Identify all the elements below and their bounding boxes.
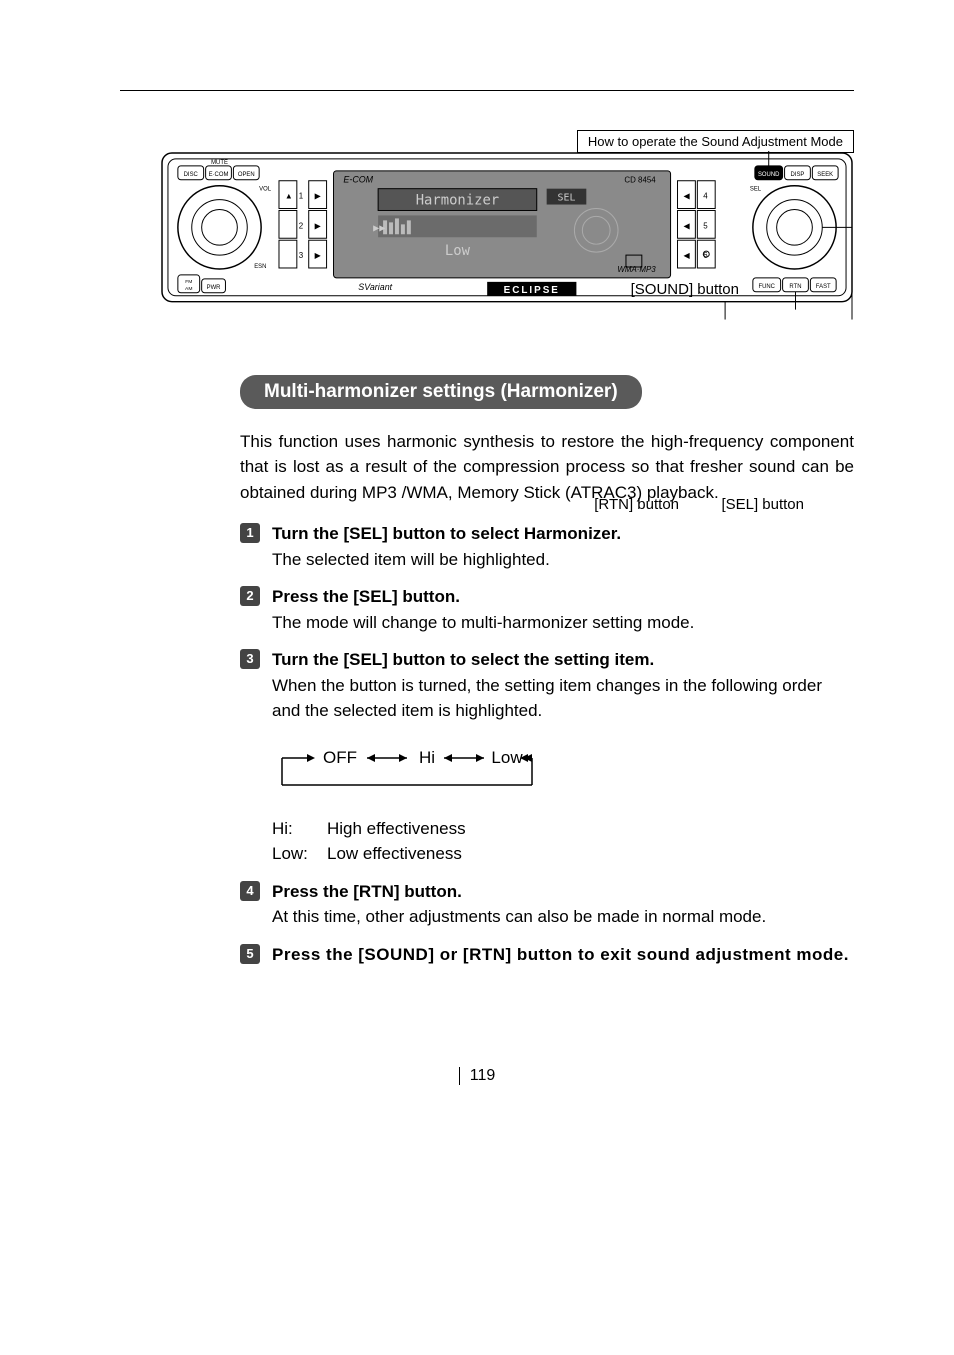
preset-5-label: 5 [703, 221, 708, 230]
eff-low-desc: Low effectiveness [327, 841, 462, 867]
eff-hi-desc: High effectiveness [327, 816, 466, 842]
disc-label: DISC [184, 172, 199, 178]
display-sel-tag: SEL [558, 193, 576, 204]
step-3-title: Turn the [SEL] button to select the sett… [272, 650, 654, 669]
preset-4-label: 4 [703, 192, 708, 201]
page-number: 119 [459, 1067, 496, 1085]
step-number-1: 1 [240, 523, 260, 543]
step-3: 3 Turn the [SEL] button to select the se… [240, 647, 854, 867]
open-label: OPEN [238, 172, 255, 178]
prev-icon-3: ◀ [683, 251, 690, 260]
step-1: 1 Turn the [SEL] button to select Harmon… [240, 521, 854, 572]
codec-text: WMA·MP3 [617, 265, 656, 274]
play-indicator-icon: ▶▶ [373, 223, 386, 232]
preset-1-label: 1 [299, 192, 304, 201]
display-line1: Harmonizer [416, 193, 499, 209]
step-number-4: 4 [240, 881, 260, 901]
preset-2-label: 2 [299, 221, 303, 230]
preset-3-label: 3 [299, 251, 304, 260]
header-rule [120, 90, 854, 91]
play-icon-1: ▶ [315, 192, 322, 201]
model-text: CD 8454 [624, 176, 656, 185]
sound-btn-label: SOUND [758, 172, 779, 178]
rtn-btn-label: RTN [789, 284, 801, 290]
fast-btn-label: FAST [816, 284, 831, 290]
eff-hi-label: Hi: [272, 816, 327, 842]
func-btn-label: FUNC [758, 284, 775, 290]
step-2-title: Press the [SEL] button. [272, 587, 460, 606]
step-5-title: Press the [SOUND] or [RTN] button to exi… [272, 945, 849, 964]
equalizer-graphic [378, 215, 537, 237]
step-number-5: 5 [240, 944, 260, 964]
eff-low-label: Low: [272, 841, 327, 867]
cycle-svg: OFF Hi Low [272, 740, 552, 800]
brand-left-text: E-COM [343, 175, 373, 185]
step-number-2: 2 [240, 586, 260, 606]
step-4-title: Press the [RTN] button. [272, 882, 462, 901]
cycle-off: OFF [323, 748, 357, 767]
car-stereo-svg: DISC E·COM OPEN MUTE VOL ESN FM AM PWR ▲… [160, 151, 854, 320]
seek-btn-label: SEEK [817, 172, 833, 178]
fm-label: FM [185, 279, 192, 285]
ecom-left-label: E·COM [209, 172, 229, 178]
display-line2: Low [445, 243, 471, 259]
page-number-wrapper: 119 [0, 1067, 954, 1085]
callout-rtn-label: [RTN] button [594, 496, 679, 513]
breadcrumb: How to operate the Sound Adjustment Mode [577, 130, 854, 153]
eff-row-hi: Hi: High effectiveness [272, 816, 854, 842]
prev-icon-2: ◀ [683, 221, 690, 230]
eclipse-logo: ECLIPSE [504, 285, 560, 296]
eff-row-low: Low: Low effectiveness [272, 841, 854, 867]
step-list: 1 Turn the [SEL] button to select Harmon… [240, 521, 854, 967]
am-label: AM [185, 286, 192, 292]
disp-btn-label: DISP [791, 172, 805, 178]
step-3-body: When the button is turned, the setting i… [272, 676, 822, 721]
pwr-label: PWR [207, 285, 222, 291]
step-1-body: The selected item will be highlighted. [272, 550, 550, 569]
subbrand-text: SVariant [358, 282, 392, 292]
step-2: 2 Press the [SEL] button. The mode will … [240, 584, 854, 635]
effectiveness-list: Hi: High effectiveness Low: Low effectiv… [272, 816, 854, 867]
play-icon-3: ▶ [315, 251, 322, 260]
step-number-3: 3 [240, 649, 260, 669]
step-1-title: Turn the [SEL] button to select Harmoniz… [272, 524, 621, 543]
intro-paragraph: This function uses harmonic synthesis to… [240, 429, 854, 506]
mute-label: MUTE [211, 160, 228, 166]
device-illustration: DISC E·COM OPEN MUTE VOL ESN FM AM PWR ▲… [160, 151, 854, 325]
cycle-hi: Hi [419, 748, 435, 767]
cycle-diagram: OFF Hi Low [272, 740, 854, 800]
callout-sel-label: [SEL] button [721, 496, 804, 513]
eject-icon: ▲ [285, 192, 293, 201]
play-icon-2: ▶ [315, 221, 322, 230]
step-4-body: At this time, other adjustments can also… [272, 907, 766, 926]
sel-label: SEL [750, 187, 762, 193]
cycle-low: Low [491, 748, 523, 767]
esn-label: ESN [254, 264, 266, 270]
step-4: 4 Press the [RTN] button. At this time, … [240, 879, 854, 930]
step-5: 5 Press the [SOUND] or [RTN] button to e… [240, 942, 854, 968]
vol-label: VOL [259, 187, 272, 193]
prev-icon-1: ◀ [683, 192, 690, 201]
section-heading: Multi-harmonizer settings (Harmonizer) [240, 375, 642, 409]
step-2-body: The mode will change to multi-harmonizer… [272, 613, 694, 632]
